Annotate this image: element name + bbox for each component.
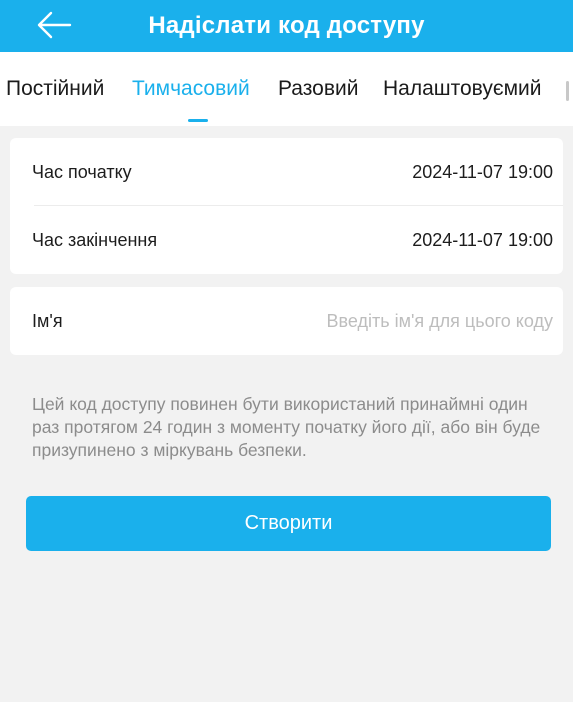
tab-temporary[interactable]: Тимчасовий — [132, 77, 250, 101]
tab-one-time[interactable]: Разовий — [278, 77, 358, 101]
name-row: Ім'я — [10, 287, 563, 355]
name-card: Ім'я — [10, 287, 563, 355]
tab-custom[interactable]: Налаштовуємий — [383, 77, 542, 101]
start-time-label: Час початку — [32, 161, 132, 182]
end-time-value: 2024-11-07 19:00 — [412, 229, 553, 250]
back-button[interactable] — [34, 8, 74, 42]
tab-permanent[interactable]: Постійний — [6, 77, 104, 101]
end-time-row[interactable]: Час закінчення 2024-11-07 19:00 — [10, 206, 563, 274]
create-button[interactable]: Створити — [26, 496, 551, 551]
start-time-value: 2024-11-07 19:00 — [412, 161, 553, 182]
tab-bar: Постійний Тимчасовий Разовий Налаштовуєм… — [0, 52, 573, 126]
usage-note: Цей код доступу повинен бути використани… — [32, 394, 541, 460]
time-card: Час початку 2024-11-07 19:00 Час закінче… — [10, 138, 563, 274]
name-label: Ім'я — [32, 310, 63, 331]
start-time-row[interactable]: Час початку 2024-11-07 19:00 — [10, 138, 563, 206]
app-header: Надіслати код доступу — [0, 0, 573, 52]
page-title: Надіслати код доступу — [148, 12, 425, 39]
tab-overflow-indicator — [566, 81, 569, 101]
name-input[interactable] — [253, 310, 553, 332]
arrow-left-icon — [37, 11, 72, 39]
active-tab-indicator — [188, 119, 208, 122]
end-time-label: Час закінчення — [32, 229, 158, 250]
